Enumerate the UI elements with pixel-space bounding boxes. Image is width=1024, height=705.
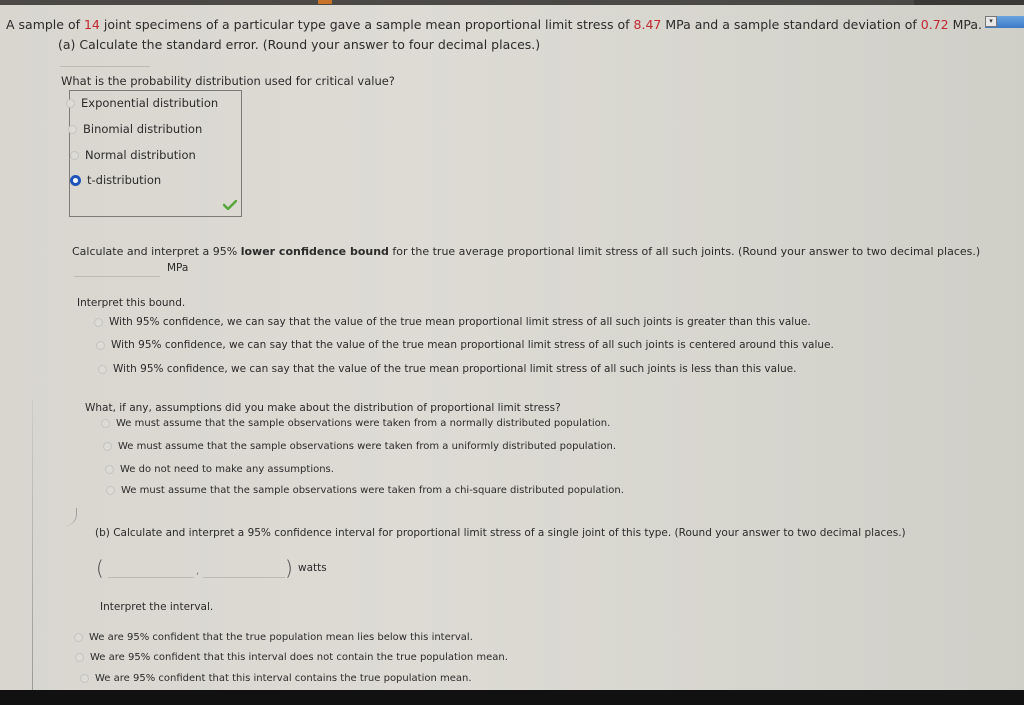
part-a-prompt: (a) Calculate the standard error. (Round…	[58, 37, 541, 52]
radio-option-t-distribution[interactable]: t-distribution	[70, 173, 161, 187]
option-label: We are 95% confident that the true popul…	[89, 632, 473, 643]
radio-button[interactable]	[70, 151, 79, 160]
radio-button[interactable]	[96, 340, 105, 350]
bold-text: lower confidence bound	[240, 245, 389, 258]
interpret-bound-option-2[interactable]: With 95% confidence, we can say that the…	[96, 339, 834, 351]
text: for the true average proportional limit …	[388, 245, 981, 258]
tab-indicator	[318, 0, 332, 4]
problem-statement: A sample of 14 joint specimens of a part…	[6, 17, 982, 32]
assumption-option-chi-square[interactable]: We must assume that the sample observati…	[106, 485, 624, 496]
text: MPa.	[948, 17, 983, 32]
option-label: With 95% confidence, we can say that the…	[111, 339, 834, 351]
interpret-bound-option-3[interactable]: With 95% confidence, we can say that the…	[98, 363, 796, 375]
radio-button[interactable]	[106, 485, 115, 495]
interpret-bound-option-1[interactable]: With 95% confidence, we can say that the…	[94, 316, 811, 328]
option-label: With 95% confidence, we can say that the…	[109, 316, 811, 328]
radio-option-exponential[interactable]: Exponential distribution	[66, 96, 218, 110]
radio-button[interactable]	[105, 464, 114, 474]
open-paren: (	[96, 556, 104, 580]
option-label: Exponential distribution	[81, 96, 219, 110]
interpret-interval-option-2[interactable]: We are 95% confident that this interval …	[75, 652, 508, 663]
sample-mean-value: 8.47	[633, 17, 662, 32]
screen-bezel	[0, 690, 1024, 705]
interval-comma: ,	[196, 566, 200, 577]
option-label: We must assume that the sample observati…	[121, 485, 624, 496]
assumption-option-normal[interactable]: We must assume that the sample observati…	[101, 418, 610, 429]
lower-bound-unit: MPa	[167, 262, 189, 274]
radio-option-binomial[interactable]: Binomial distribution	[68, 122, 202, 136]
interval-unit: watts	[298, 562, 327, 574]
close-paren: )	[285, 556, 293, 580]
interval-upper-input[interactable]	[203, 577, 285, 578]
assumption-option-uniform[interactable]: We must assume that the sample observati…	[103, 441, 616, 452]
standard-error-input[interactable]	[60, 66, 150, 67]
text: A sample of	[6, 17, 84, 32]
option-label: With 95% confidence, we can say that the…	[113, 363, 797, 375]
radio-button[interactable]	[101, 418, 110, 428]
option-label: We must assume that the sample observati…	[116, 418, 611, 429]
assumption-label: What, if any, assumptions did you make a…	[85, 402, 561, 414]
option-label: We must assume that the sample observati…	[118, 441, 617, 452]
distribution-question: What is the probability distribution use…	[61, 74, 395, 88]
option-label: t-distribution	[87, 173, 162, 187]
lower-bound-input[interactable]	[74, 276, 160, 277]
interpret-bound-label: Interpret this bound.	[77, 297, 186, 309]
interpret-interval-option-3[interactable]: We are 95% confident that this interval …	[80, 673, 472, 684]
interpret-interval-label: Interpret the interval.	[100, 601, 214, 613]
interpret-interval-option-1[interactable]: We are 95% confident that the true popul…	[74, 632, 473, 643]
sample-size-value: 14	[83, 17, 100, 32]
option-label: We are 95% confident that this interval …	[90, 652, 508, 663]
radio-button[interactable]	[75, 652, 84, 662]
browser-top-bar	[0, 0, 1024, 5]
lower-bound-prompt: Calculate and interpret a 95% lower conf…	[72, 245, 980, 258]
option-label: Normal distribution	[85, 148, 196, 162]
check-icon	[223, 200, 237, 210]
radio-option-normal[interactable]: Normal distribution	[70, 148, 196, 162]
interval-lower-input[interactable]	[108, 577, 194, 578]
text: Calculate and interpret a 95%	[72, 245, 241, 258]
radio-button[interactable]	[80, 673, 89, 683]
part-b-prompt: (b) Calculate and interpret a 95% confid…	[95, 527, 906, 539]
page-edge	[32, 400, 33, 700]
option-label: We do not need to make any assumptions.	[120, 464, 334, 475]
sample-sd-value: 0.72	[920, 17, 949, 32]
option-label: Binomial distribution	[83, 122, 203, 136]
radio-button[interactable]	[103, 441, 112, 451]
radio-button[interactable]	[66, 99, 75, 108]
pen-mark	[64, 508, 77, 526]
radio-button[interactable]	[94, 317, 103, 327]
option-label: We are 95% confident that this interval …	[95, 673, 472, 684]
radio-button[interactable]	[74, 632, 83, 642]
radio-button[interactable]	[98, 364, 107, 374]
radio-button[interactable]	[68, 125, 77, 134]
dropdown-arrow-icon[interactable]: ▾	[985, 16, 997, 27]
radio-button-selected[interactable]	[70, 175, 81, 186]
browser-tab[interactable]	[914, 0, 1024, 5]
assumption-option-none[interactable]: We do not need to make any assumptions.	[105, 464, 334, 475]
scroll-widget[interactable]: ▾	[985, 16, 1024, 28]
text: MPa and a sample standard deviation of	[661, 17, 921, 32]
text: joint specimens of a particular type gav…	[99, 17, 634, 32]
